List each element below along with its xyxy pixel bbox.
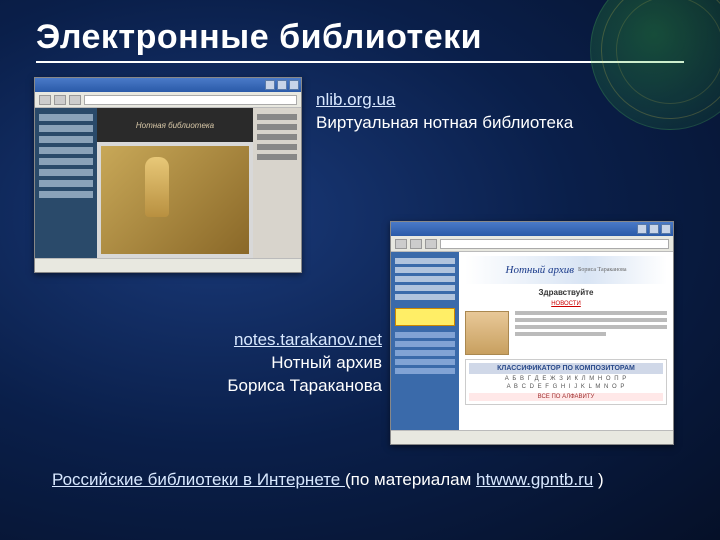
right-column [253,108,301,258]
link-gpntb[interactable]: htwww.gpntb.ru [476,470,593,489]
window-titlebar [391,222,673,236]
alphabet-en: A B C D E F G H I J K L M N O P [469,384,663,390]
fwd-icon [54,95,66,105]
illustration-icon [465,311,509,355]
max-icon [277,80,287,90]
address-bar [440,239,669,249]
desc-nlib: Виртуальная нотная библиотека [316,113,573,132]
page-body: Нотный архив Бориса Тараканова Здравству… [391,252,673,430]
nav-sidebar [391,252,459,430]
caption-nlib: nlib.org.ua Виртуальная нотная библиотек… [316,89,573,135]
main-column: Нотная библиотека [97,108,253,258]
back-icon [39,95,51,105]
alphabet-ru: А Б В Г Д Е Ж З И К Л М Н О П Р [469,376,663,382]
close-icon [661,224,671,234]
min-icon [265,80,275,90]
statue-image [101,146,249,254]
all-alpha: ВСЕ ПО АЛФАВИТУ [469,393,663,401]
close-icon [289,80,299,90]
address-bar [84,95,297,105]
status-bar [391,430,673,444]
classifier-header: КЛАССИФИКАТОР ПО КОМПОЗИТОРАМ [469,363,663,374]
greeting: Здравствуйте [465,288,667,297]
min-icon [637,224,647,234]
main-content: Нотный архив Бориса Тараканова Здравству… [459,252,673,430]
window-titlebar [35,78,301,92]
link-tarakanov[interactable]: notes.tarakanov.net [234,330,382,349]
fwd-icon [410,239,422,249]
reload-icon [425,239,437,249]
browser-toolbar [391,236,673,252]
max-icon [649,224,659,234]
browser-toolbar [35,92,301,108]
caption-tarakanov: notes.tarakanov.net Нотный архив Бориса … [218,329,382,398]
desc-tarakanov-2: Бориса Тараканова [227,376,382,395]
screenshot-tarakanov: Нотный архив Бориса Тараканова Здравству… [390,221,674,445]
screenshot-nlib: Нотная библиотека [34,77,302,273]
content-area: Нотная библиотека nlib.org.ua Виртуальна… [0,73,720,503]
reload-icon [69,95,81,105]
link-nlib[interactable]: nlib.org.ua [316,90,395,109]
logo-main: Нотный архив [506,264,574,276]
back-icon [395,239,407,249]
footer-text-1: (по материалам [345,470,476,489]
status-bar [35,258,301,272]
footer-text-2: ) [593,470,603,489]
classifier-box: КЛАССИФИКАТОР ПО КОМПОЗИТОРАМ А Б В Г Д … [465,359,667,405]
site-logo: Нотный архив Бориса Тараканова [465,256,667,284]
news-link: НОВОСТИ [465,301,667,307]
title-underline [36,61,684,63]
desc-tarakanov-1: Нотный архив [271,353,382,372]
nav-sidebar [35,108,97,258]
site-banner: Нотная библиотека [97,108,253,142]
footer-line: Российские библиотеки в Интернете (по ма… [52,469,604,492]
logo-sub: Бориса Тараканова [578,267,627,273]
text-lines [515,311,667,355]
badge-icon [395,308,455,326]
page-body: Нотная библиотека [35,108,301,258]
link-ru-libraries[interactable]: Российские библиотеки в Интернете [52,470,345,489]
